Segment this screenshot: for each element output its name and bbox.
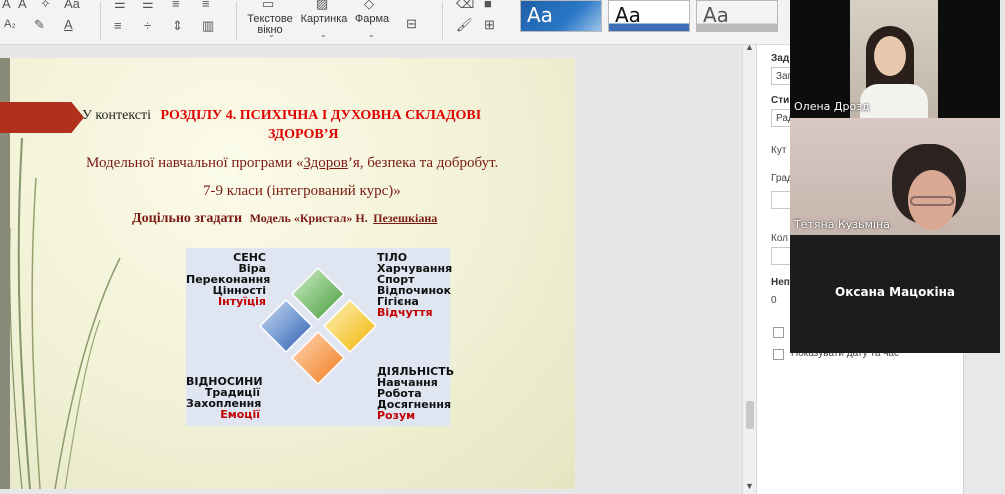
font-size-up-icon[interactable]: A [2,0,11,11]
align-center-icon[interactable]: ÷ [144,18,151,33]
text-box-button[interactable]: ▭ Текстове вікно ⌄ [244,0,296,42]
style-preset-2[interactable]: Aa [608,0,690,32]
fill-icon[interactable]: ■ [484,0,492,11]
ribbon-toolbar: A A ✧ Aa A₂ ✎ A ☰ ☰ ≡ ≡ ≡ ÷ ⇕ ▥ ▭ Тексто… [0,0,790,45]
app-window: A A ✧ Aa A₂ ✎ A ☰ ☰ ≡ ≡ ≡ ÷ ⇕ ▥ ▭ Тексто… [0,0,1005,494]
scrollbar-thumb[interactable] [746,401,754,429]
scroll-up-icon[interactable]: ▲ [745,42,754,52]
separator [236,2,237,40]
separator [442,2,443,40]
participant-name: Олена Дрозд [794,100,870,113]
align-left-icon[interactable]: ≡ [114,18,122,33]
style-sample-text: Aa [615,3,641,27]
program-link[interactable]: Здоров [304,155,348,171]
eraser-icon[interactable]: ⌫ [456,0,474,12]
panel-label: Неп [771,277,790,288]
canvas-scrollbar[interactable]: ▲ ▼ [742,42,756,494]
columns-icon[interactable]: ▥ [202,18,214,34]
style-sample-text: Aa [527,3,553,27]
recall-bold: Доцільно згадати [132,211,243,226]
model-activity-red: Розум [377,409,416,422]
text-box-icon: ▭ [262,0,275,11]
highlight-icon[interactable]: ✎ [34,17,45,33]
slide[interactable]: У контексті РОЗДІЛУ 4. ПСИХІЧНА І ДУХОВН… [0,58,575,489]
panel-label: Зад [771,53,790,64]
program-suffix: ’я, безпека та добробут. [347,155,499,171]
slide-heading-line1: У контексті РОЗДІЛУ 4. ПСИХІЧНА І ДУХОВН… [82,108,481,124]
show-date-checkbox[interactable] [773,349,784,360]
video-tile-participant-2[interactable]: Тетяна Кузьміна [790,118,1000,235]
participant-name: Тетяна Кузьміна [794,218,890,231]
separator [100,2,101,40]
table-icon[interactable]: ⊞ [484,17,495,33]
crystal-model-image: СЕНС Віра Переконання Цінності Інтуїція … [186,248,454,426]
style-preset-3[interactable]: Aa [696,0,778,32]
person-clothes [860,84,928,118]
model-body-red: Відчуття [377,306,433,319]
font-color-icon[interactable]: A [64,17,73,32]
model-sense-red: Інтуїція [218,295,266,308]
scroll-down-icon[interactable]: ▼ [745,481,754,491]
panel-transparency-value[interactable]: 0 [771,295,777,306]
shape-icon: ◇ [364,0,374,11]
slide-heading-part1: РОЗДІЛУ 4. ПСИХІЧНА І ДУХОВНА СКЛАДОВІ [160,108,482,123]
line-spacing-icon[interactable]: ⇕ [172,18,183,34]
slide-recall-line: Доцільно згадати Модель «Кристал» Н. Пез… [132,211,437,227]
font-size-down-icon[interactable]: A [18,0,27,11]
model-relations-red: Емоції [220,408,260,421]
multilevel-icon[interactable]: ≡ [172,0,180,11]
change-case-icon[interactable]: Aa [64,0,80,11]
numbering-icon[interactable]: ☰ [142,0,154,12]
shape-label: Фарма [354,13,390,25]
slide-canvas[interactable]: У контексті РОЗДІЛУ 4. ПСИХІЧНА І ДУХОВН… [0,45,742,494]
panel-label: Кут [771,145,787,156]
chevron-down-icon: ⌄ [268,30,275,39]
style-preset-1[interactable]: Aa [520,0,602,32]
style-sample-text: Aa [703,3,729,27]
participant-name-center: Оксана Мацокіна [835,285,955,299]
slide-intro: У контексті [82,108,152,123]
slide-grades: 7-9 класи (інтегрований курс)» [203,183,401,199]
video-tile-participant-3[interactable]: Оксана Мацокіна [790,235,1000,353]
glasses-icon [910,196,954,206]
picture-label: Картинка [300,13,348,25]
panel-label: Кол [771,233,789,244]
chevron-down-icon: ⌄ [368,30,375,39]
picture-button[interactable]: ▨ Картинка ⌄ [298,0,350,42]
checkbox[interactable] [773,327,784,338]
clear-format-icon[interactable]: ✧ [40,0,51,12]
video-tile-participant-1[interactable]: Олена Дрозд [790,0,1000,118]
crystal-diamonds [258,266,378,386]
panel-label: Сти [771,95,790,106]
arrange-icon[interactable]: ⊟ [406,16,417,32]
slide-program-line: Модельної навчальної програми «Здоров’я,… [86,155,498,172]
slide-heading-line2: ЗДОРОВ’Я [268,127,339,142]
indent-icon[interactable]: ≡ [202,0,210,11]
format-painter-icon[interactable]: 🖌 [456,17,473,33]
program-prefix: Модельної навчальної програми « [86,155,304,171]
picture-icon: ▨ [316,0,329,11]
person-face [874,36,906,76]
shape-button[interactable]: ◇ Фарма ⌄ [350,0,394,42]
recall-model: Модель «Кристал» Н. [249,211,368,225]
subscript-icon[interactable]: A₂ [4,18,16,30]
bullets-icon[interactable]: ☰ [114,0,126,12]
recall-name: Пезешкіана [373,211,438,225]
chevron-down-icon: ⌄ [320,30,327,39]
